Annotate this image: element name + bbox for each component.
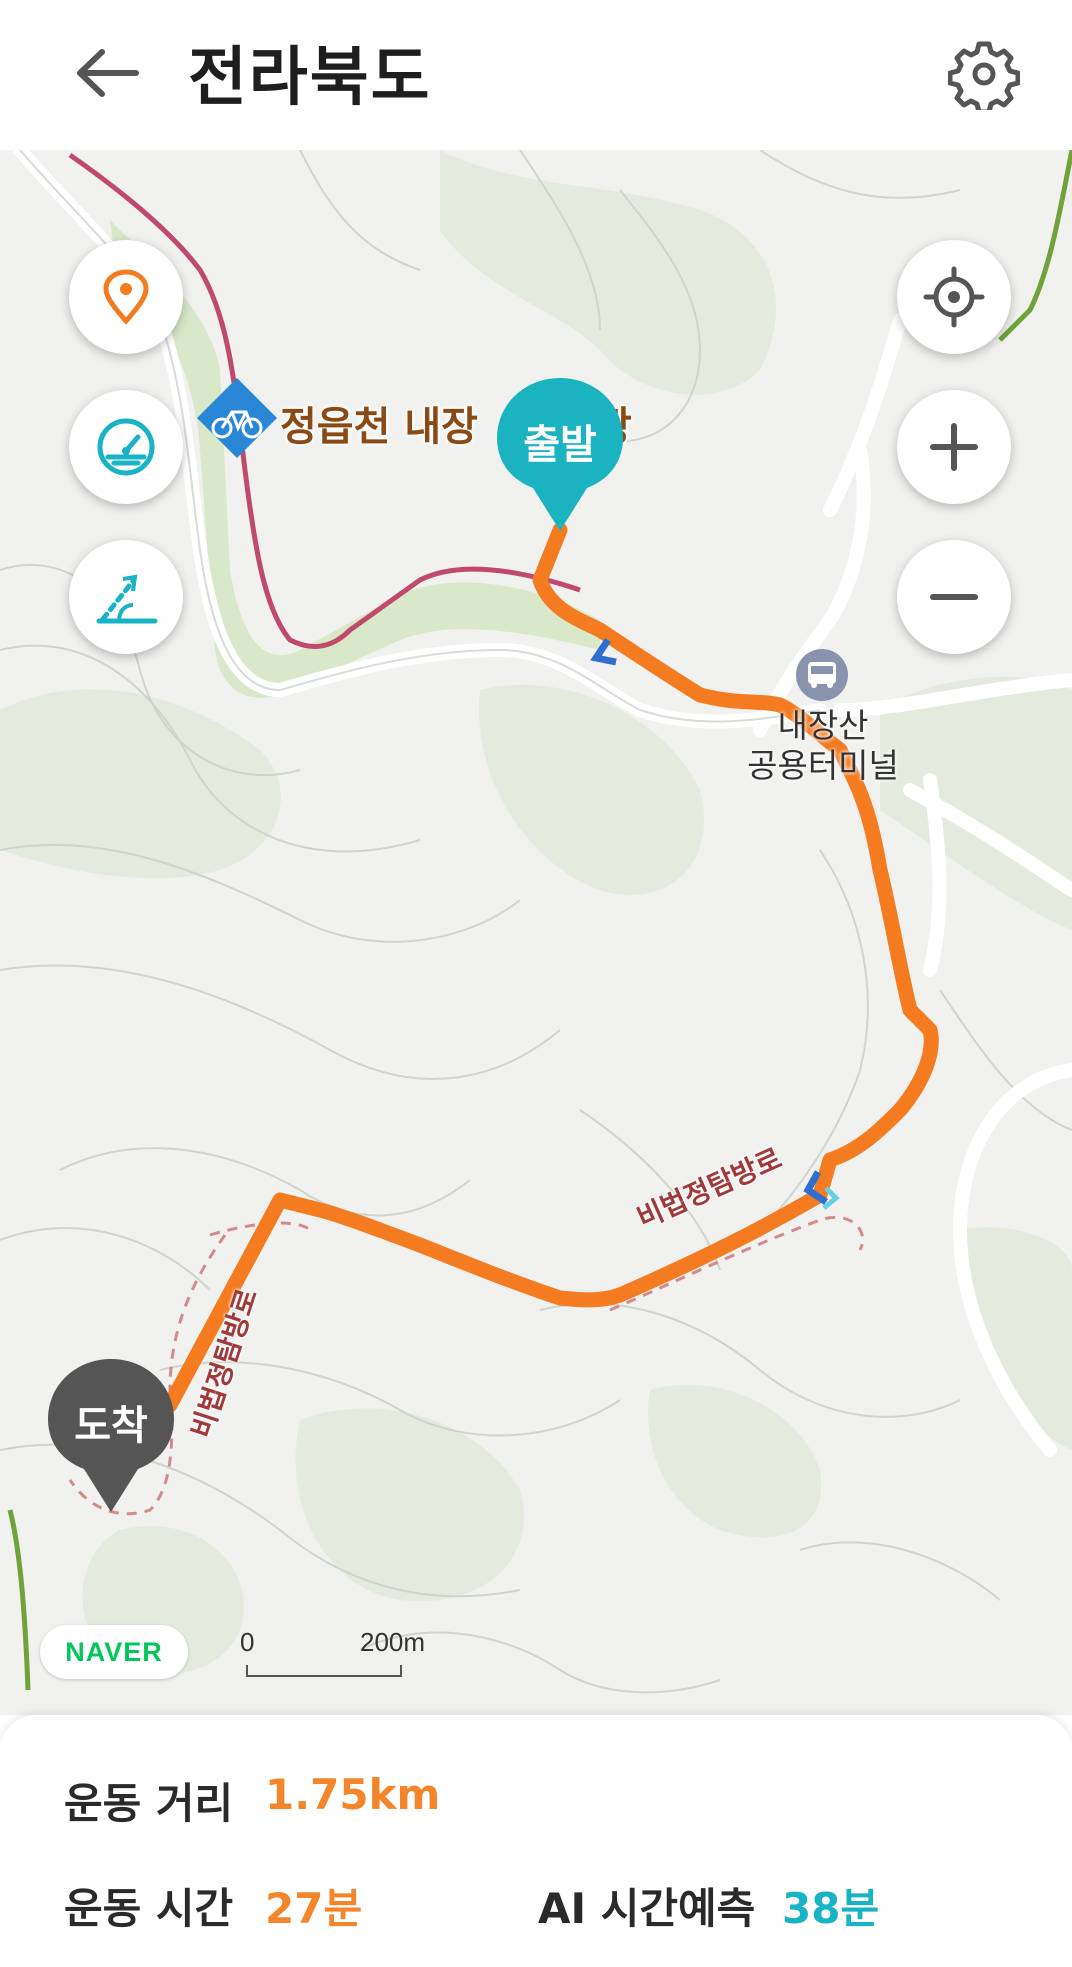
zoom-out-button[interactable] xyxy=(897,540,1011,654)
terminal-label-line2: 공용터미널 xyxy=(747,746,899,785)
time-label: 운동 시간 xyxy=(64,1884,234,1933)
end-pin-label: 도착 xyxy=(74,1403,148,1449)
speedometer-icon xyxy=(97,418,155,476)
ai-prediction-value: 38분 xyxy=(782,1884,880,1933)
page-title: 전라북도 xyxy=(188,41,432,115)
distance-value: 1.75km xyxy=(265,1770,441,1819)
naver-logo-badge: NAVER xyxy=(40,1625,188,1679)
zoom-in-button[interactable] xyxy=(897,390,1011,504)
crosshair-icon xyxy=(923,266,985,328)
end-pin[interactable]: 도착 xyxy=(46,1357,176,1517)
gear-icon xyxy=(947,41,1021,115)
location-pin-icon xyxy=(103,269,149,325)
minus-icon xyxy=(930,594,978,600)
scale-end-label: 200m xyxy=(360,1627,426,1657)
distance-label: 운동 거리 xyxy=(64,1779,234,1828)
bike-place-label: 정읍천 내장 xyxy=(280,404,478,450)
start-pin-label: 출발 xyxy=(523,422,597,468)
map-view[interactable]: 정읍천 내장 장 내장산 공용터미널 비법정탐방로 비법정탐방로 출발 도착 xyxy=(0,150,1072,1715)
ai-prediction-label: AI 시간예측 xyxy=(538,1884,756,1933)
time-value: 27분 xyxy=(265,1884,363,1933)
stats-sheet: 운동 거리 1.75km 운동 시간 27분 AI 시간예측 38분 xyxy=(0,1715,1072,1967)
slope-button[interactable] xyxy=(69,540,183,654)
location-pin-button[interactable] xyxy=(69,240,183,354)
back-button[interactable] xyxy=(72,42,142,104)
scale-bar-line xyxy=(246,1665,402,1677)
arrow-left-icon xyxy=(77,49,139,97)
plus-icon xyxy=(930,423,978,471)
map-scale-bar: 0 200m xyxy=(240,1627,440,1687)
settings-button[interactable] xyxy=(947,38,1021,115)
scale-start-label: 0 xyxy=(240,1627,255,1657)
terminal-label-line1: 내장산 xyxy=(777,706,869,745)
app-header: 전라북도 xyxy=(0,0,1072,150)
start-pin[interactable]: 출발 xyxy=(495,376,625,536)
terminal-label: 내장산 공용터미널 xyxy=(728,706,918,786)
current-location-button[interactable] xyxy=(897,240,1011,354)
speedometer-button[interactable] xyxy=(69,390,183,504)
slope-icon xyxy=(96,574,158,624)
